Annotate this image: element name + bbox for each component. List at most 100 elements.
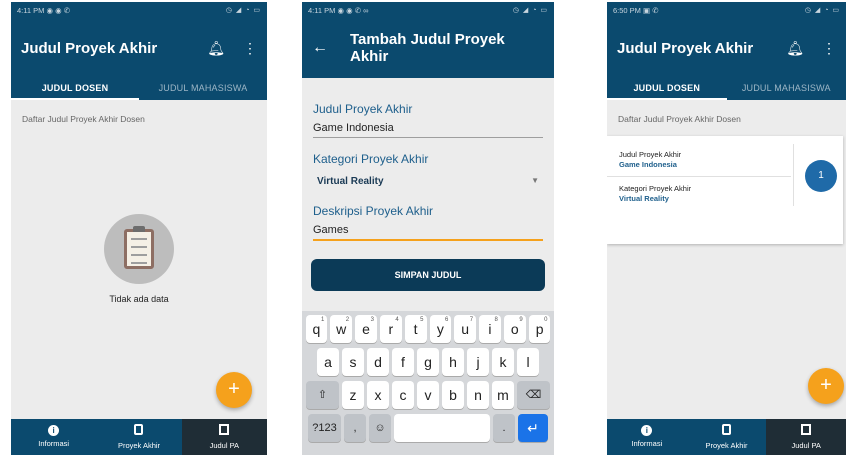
key-row1-4[interactable]: t5 [404,315,427,343]
empty-circle [104,214,174,284]
kategori-select[interactable]: Virtual Reality ▼ [313,166,543,190]
key-label: . [502,422,506,434]
key-row4-0[interactable]: ?123 [308,414,341,442]
back-arrow-icon[interactable]: ← [312,39,328,57]
info-icon: i [641,425,653,436]
nav-judul-pa[interactable]: Judul PA [766,419,846,455]
status-time: 6:50 PM [613,5,641,15]
key-label: j [476,354,480,370]
add-fab-button[interactable]: + [808,368,844,404]
deskripsi-input[interactable]: Games [313,218,543,241]
key-label: a [324,354,332,370]
key-row3-3[interactable]: c [392,381,414,409]
key-row3-0[interactable]: ⇧ [306,381,339,409]
more-vert-icon[interactable]: ⋮ [822,40,836,57]
dropdown-caret-icon: ▼ [531,176,539,185]
key-row2-2[interactable]: d [367,348,389,376]
card-value-judul: Game Indonesia [619,160,677,169]
status-bar: 4:11 PM ◉ ◉ ✆ ◷ ◢ ◔ ▭ [11,2,267,18]
key-label: u [461,321,470,337]
key-row1-3[interactable]: r4 [379,315,402,343]
nav-informasi[interactable]: i Informasi [11,419,96,455]
key-row4-1[interactable]: , [344,414,366,442]
key-number-hint: 7 [469,317,474,323]
key-row4-4[interactable]: . [493,414,515,442]
key-row2-3[interactable]: f [392,348,414,376]
nav-judul-pa[interactable]: Judul PA [181,419,267,455]
key-row1-7[interactable]: i8 [479,315,501,343]
key-label: y [436,321,444,337]
key-row4-5[interactable]: ↵ [518,414,548,442]
simpan-judul-button[interactable]: SIMPAN JUDUL [311,259,545,291]
key-row1-8[interactable]: o9 [503,315,526,343]
document-icon [801,424,812,435]
keyboard-row-3: ⇧ z x c v b n m ⌫ [304,381,552,409]
key-row1-1[interactable]: w2 [330,315,353,343]
key-number-hint: 6 [444,317,449,323]
key-label: x [374,387,382,403]
tab-judul-mahasiswa[interactable]: JUDUL MAHASISWA [139,78,267,100]
key-label: p [535,321,544,337]
key-label: ☺ [374,422,386,434]
key-row2-0[interactable]: a [317,348,339,376]
nav-proyek-akhir-label: Proyek Akhir [705,441,748,450]
key-label: l [526,354,530,370]
key-row2-1[interactable]: s [342,348,364,376]
key-row1-6[interactable]: u7 [454,315,477,343]
key-row2-7[interactable]: k [492,348,514,376]
nav-judul-pa-label: Judul PA [209,441,240,450]
app-bar: Judul Proyek Akhir 🔔︎ ⋮ [11,18,267,78]
empty-text: Tidak ada data [109,294,169,304]
key-row3-8[interactable]: ⌫ [517,381,550,409]
key-row4-3[interactable] [394,414,490,442]
key-row3-2[interactable]: x [367,381,389,409]
key-row2-8[interactable]: l [517,348,539,376]
tab-judul-dosen[interactable]: JUDUL DOSEN [607,78,727,100]
bell-icon[interactable]: 🔔︎ [207,40,225,57]
key-label: c [399,387,407,403]
key-label: e [362,321,370,337]
card-value-kategori: Virtual Reality [619,194,669,203]
divider [607,176,791,177]
key-label: ?123 [312,422,337,434]
keyboard-row-4: ?123, ☺. ↵ [304,414,552,442]
nav-proyek-akhir[interactable]: Proyek Akhir [687,419,767,455]
key-number-hint: 8 [494,317,498,323]
tab-judul-mahasiswa[interactable]: JUDUL MAHASISWA [727,78,846,100]
key-row3-6[interactable]: n [467,381,489,409]
status-time: 4:11 PM [308,5,336,15]
key-label: z [349,387,357,403]
key-label: d [374,354,382,370]
page-title: Judul Proyek Akhir [617,39,754,57]
form: Judul Proyek Akhir Game Indonesia Katego… [302,78,554,241]
key-row3-7[interactable]: m [492,381,514,409]
key-row1-0[interactable]: q1 [305,315,328,343]
status-icons-left: ◉ ◉ ✆ [46,5,71,15]
nav-proyek-akhir[interactable]: Proyek Akhir [96,419,181,455]
keyboard-row-1: q1w2e3r4t5y6u7i8o9p0 [304,315,552,343]
nav-informasi[interactable]: i Informasi [607,419,687,455]
bottom-nav: i Informasi Proyek Akhir Judul PA [11,419,267,455]
key-row2-6[interactable]: j [467,348,489,376]
key-label: , [353,422,357,434]
more-vert-icon[interactable]: ⋮ [243,40,257,57]
key-row3-1[interactable]: z [342,381,364,409]
key-row4-2[interactable]: ☺ [369,414,391,442]
bell-icon[interactable]: 🔔︎ [786,40,804,57]
soft-keyboard: q1w2e3r4t5y6u7i8o9p0 asdfghjkl ⇧ z x c v b n m ⌫… [302,311,554,455]
card-row-kategori: Kategori Proyek Akhir Virtual Reality [619,184,791,203]
info-icon: i [48,425,60,436]
key-row1-5[interactable]: y6 [429,315,452,343]
key-row1-9[interactable]: p0 [528,315,551,343]
tab-judul-dosen[interactable]: JUDUL DOSEN [11,78,139,100]
key-label: h [449,354,457,370]
key-row2-5[interactable]: h [442,348,464,376]
key-row3-4[interactable]: v [417,381,439,409]
key-row2-4[interactable]: g [417,348,439,376]
key-label: ⇧ [317,389,328,401]
key-row1-2[interactable]: e3 [355,315,377,343]
judul-input[interactable]: Game Indonesia [313,116,543,138]
key-row3-5[interactable]: b [442,381,464,409]
judul-card[interactable]: Judul Proyek Akhir Game Indonesia Katego… [607,136,843,244]
add-fab-button[interactable]: + [216,372,252,408]
